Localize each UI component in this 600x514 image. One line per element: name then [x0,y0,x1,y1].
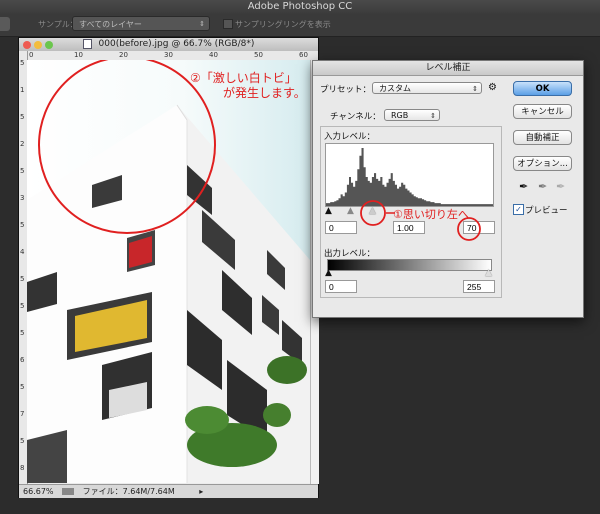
zoom-level[interactable]: 66.67% [23,487,54,496]
building-photo [27,60,310,483]
document-icon [82,38,92,49]
document-title-bar[interactable]: 000(before).jpg @ 66.7% (RGB/8*) [19,38,318,51]
output-white-field[interactable] [463,280,495,293]
ruler-label: 5 [20,329,25,337]
channel-label: チャンネル： [330,112,381,122]
histogram [325,143,494,207]
zoom-window-icon[interactable] [45,41,53,49]
white-field-annotation-circle [457,217,481,241]
levels-dialog-title[interactable]: レベル補正 [313,61,583,76]
sampling-ring-label: サンプリングリングを表示 [235,20,331,29]
sample-layer-select[interactable]: すべてのレイヤー ⇕ [72,16,210,31]
select-arrows-icon: ⇕ [199,20,205,28]
status-menu-arrow-icon[interactable]: ▸ [199,487,203,496]
annotation-overexposure-line2: が発生します。 [223,86,306,100]
ruler-label: 4 [20,248,25,256]
cancel-button[interactable]: キャンセル [513,104,572,119]
status-icon[interactable] [62,488,75,495]
output-slider-track[interactable]: ▲ ▲ [325,268,492,278]
sampling-ring-checkbox[interactable] [223,19,233,29]
ok-button[interactable]: OK [513,81,572,96]
preview-checkbox[interactable]: ✓ [513,204,524,215]
ruler-label: 0 [29,51,34,59]
ruler-label: 1 [20,86,25,94]
input-gamma-field[interactable] [393,221,425,234]
file-size-info: ファイル：7.64M/7.64M [82,487,175,496]
app-title-bar: Adobe Photoshop CC [0,0,600,14]
ruler-label: 5 [20,383,25,391]
preset-value: カスタム [379,84,411,93]
ruler-label: 40 [209,51,218,59]
ruler-label: 30 [164,51,173,59]
ruler-label: 8 [20,464,25,472]
options-button[interactable]: オプション... [513,156,572,171]
black-point-slider[interactable]: ▲ [325,206,332,216]
ruler-label: 5 [20,167,25,175]
histogram-graph [326,148,493,206]
ruler-label: 5 [20,275,25,283]
preset-select[interactable]: カスタム ⇕ [372,82,482,94]
ruler-label: 10 [74,51,83,59]
ruler-label: 20 [119,51,128,59]
auto-button[interactable]: 自動補正 [513,130,572,145]
channel-select[interactable]: RGB ⇕ [384,109,440,121]
select-arrows-icon: ⇕ [472,85,478,93]
input-levels-label: 入力レベル： [324,132,376,142]
channel-value: RGB [391,111,409,120]
gamma-slider[interactable]: ▲ [347,206,354,216]
ruler-label: 3 [20,194,25,202]
output-white-slider[interactable]: ▲ [485,268,492,278]
ruler-label: 5 [20,302,25,310]
ruler-label: 5 [20,59,25,67]
input-black-field[interactable] [325,221,357,234]
ruler-label: 5 [20,113,25,121]
sample-layer-value: すべてのレイヤー [79,20,142,29]
ruler-label: 60 [299,51,308,59]
app-title: Adobe Photoshop CC [247,1,353,12]
white-eyedropper-icon[interactable]: ✒ [556,180,565,193]
preview-label: プレビュー [525,206,568,216]
output-black-slider[interactable]: ▲ [325,268,332,278]
output-black-field[interactable] [325,280,357,293]
histogram-area [326,148,493,206]
ruler-label: 50 [254,51,263,59]
ruler-label: 5 [20,437,25,445]
output-levels-label: 出力レベル： [324,249,376,259]
document-title: 000(before).jpg @ 66.7% (RGB/8*) [98,39,255,49]
minimize-window-icon[interactable] [34,41,42,49]
preset-label: プリセット： [320,85,372,95]
black-eyedropper-icon[interactable]: ✒ [519,180,528,193]
ruler-label: 5 [20,221,25,229]
preset-options-gear-icon[interactable]: ⚙ [488,82,497,93]
ruler-label: 7 [20,410,25,418]
tool-preset-dropdown[interactable] [0,17,10,31]
slider-annotation-circle [360,200,395,226]
select-arrows-icon: ⇕ [430,112,436,120]
close-window-icon[interactable] [23,41,31,49]
document-status-bar: 66.67% ファイル：7.64M/7.64M ▸ [19,484,318,498]
image-canvas[interactable] [27,60,310,483]
ruler-label: 2 [20,140,25,148]
ruler-label: 6 [20,356,25,364]
gray-eyedropper-icon[interactable]: ✒ [538,180,547,193]
